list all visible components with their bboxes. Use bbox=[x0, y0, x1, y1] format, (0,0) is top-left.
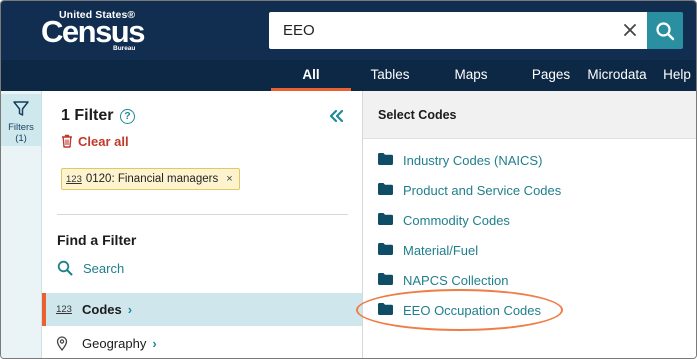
collapse-double-chevron-icon[interactable] bbox=[328, 108, 344, 124]
codes-label: Codes bbox=[82, 302, 122, 317]
code-item-product-service[interactable]: Product and Service Codes bbox=[378, 180, 561, 200]
close-icon[interactable] bbox=[621, 21, 639, 39]
filter-category-geography[interactable]: Geography › bbox=[42, 327, 362, 358]
code-item-material-fuel[interactable]: Material/Fuel bbox=[378, 240, 478, 260]
filters-count-label: Filters (1) bbox=[1, 122, 41, 144]
code-item-industry[interactable]: Industry Codes (NAICS) bbox=[378, 150, 542, 170]
select-codes-title: Select Codes bbox=[378, 108, 457, 122]
clear-all-label: Clear all bbox=[78, 133, 129, 149]
logo-line-2: Census bbox=[41, 14, 145, 49]
search-icon bbox=[57, 260, 73, 276]
chevron-right-icon: › bbox=[127, 302, 133, 317]
filter-search-link[interactable]: Search bbox=[57, 259, 124, 277]
tab-pages[interactable]: Pages bbox=[522, 60, 580, 91]
search-box bbox=[269, 12, 647, 49]
census-logo[interactable]: United States® Census Bureau bbox=[41, 9, 145, 53]
code-item-label: Commodity Codes bbox=[403, 212, 510, 228]
find-filter-heading: Find a Filter bbox=[57, 232, 137, 248]
folder-icon bbox=[378, 242, 403, 258]
filters-toggle-button[interactable]: Filters (1) bbox=[1, 94, 41, 146]
filter-category-codes[interactable]: 123 Codes › bbox=[42, 293, 362, 326]
folder-icon bbox=[378, 152, 403, 168]
code-number-icon: 123 bbox=[46, 304, 82, 315]
geography-label: Geography bbox=[82, 336, 147, 351]
code-item-label: NAPCS Collection bbox=[403, 272, 509, 288]
folder-icon bbox=[378, 182, 403, 198]
chip-label: 0120: Financial managers bbox=[85, 173, 219, 185]
divider bbox=[57, 214, 348, 215]
clear-all-button[interactable]: Clear all bbox=[61, 132, 129, 150]
rail-label-text: Filters (1) bbox=[8, 122, 34, 144]
header-bar: United States® Census Bureau bbox=[1, 1, 696, 60]
filter-count-title: 1 Filter bbox=[61, 107, 114, 124]
tab-microdata[interactable]: Microdata bbox=[585, 60, 649, 91]
tab-tables[interactable]: Tables bbox=[360, 60, 420, 91]
code-item-label: Industry Codes (NAICS) bbox=[403, 152, 543, 168]
tab-all[interactable]: All bbox=[271, 60, 351, 91]
search-icon bbox=[656, 21, 675, 40]
applied-filter-chip: 123 0120: Financial managers × bbox=[61, 168, 240, 190]
code-item-napcs[interactable]: NAPCS Collection bbox=[378, 270, 509, 290]
code-item-commodity[interactable]: Commodity Codes bbox=[378, 210, 510, 230]
map-pin-icon bbox=[42, 336, 82, 351]
search-input[interactable] bbox=[283, 12, 603, 49]
code-item-label: Material/Fuel bbox=[403, 242, 479, 258]
folder-icon bbox=[378, 272, 403, 288]
filter-rail: Filters (1) bbox=[1, 91, 42, 358]
folder-icon bbox=[378, 212, 403, 228]
search-button[interactable] bbox=[647, 12, 683, 49]
results-nav: All Tables Maps Pages Microdata Help bbox=[1, 60, 696, 91]
codes-prefix: 123 bbox=[56, 304, 72, 315]
funnel-icon bbox=[13, 101, 29, 116]
filter-search-label: Search bbox=[83, 260, 125, 276]
code-item-label: Product and Service Codes bbox=[403, 182, 562, 198]
app-window: United States® Census Bureau All Tables … bbox=[0, 0, 697, 359]
remove-chip-button[interactable]: × bbox=[226, 173, 232, 185]
code-number-icon: 123 bbox=[66, 173, 82, 185]
filter-panel: 1 Filter ? Clear all 123 0120: Financial… bbox=[42, 91, 363, 358]
select-codes-header: Select Codes bbox=[363, 91, 696, 139]
tab-help[interactable]: Help bbox=[658, 60, 696, 91]
logo-line-3: Bureau bbox=[113, 45, 136, 52]
trash-icon bbox=[62, 134, 72, 148]
help-icon[interactable]: ? bbox=[120, 109, 135, 124]
tab-maps[interactable]: Maps bbox=[441, 60, 501, 91]
chevron-right-icon: › bbox=[152, 336, 157, 351]
highlight-ring-annotation bbox=[356, 289, 563, 331]
